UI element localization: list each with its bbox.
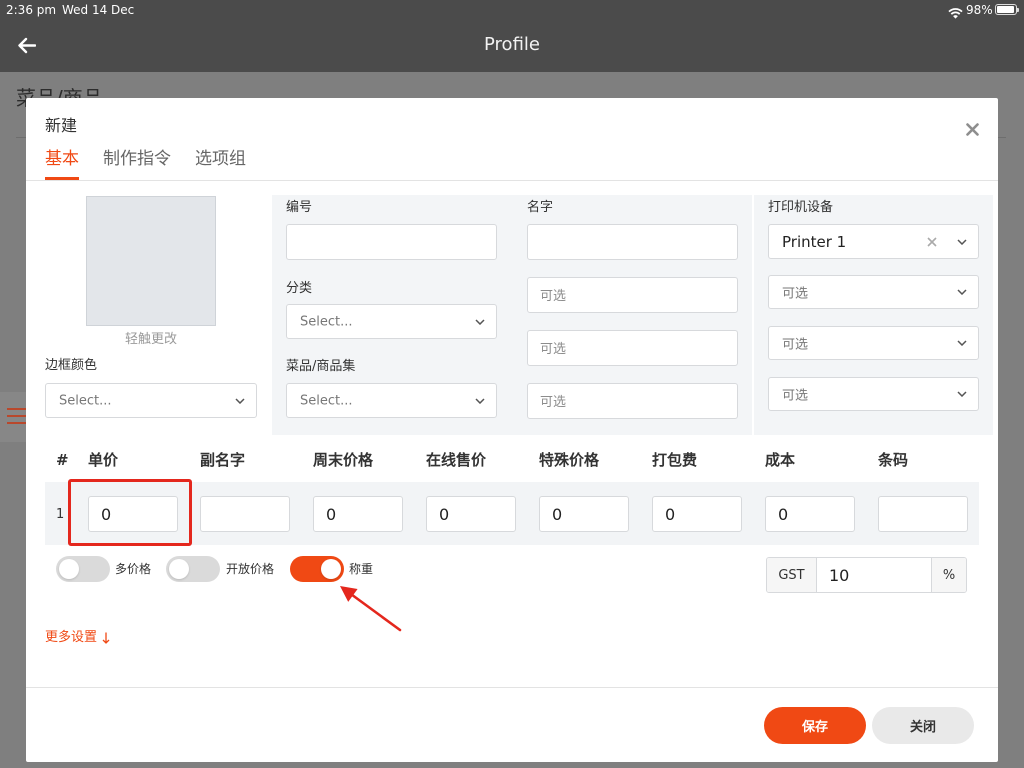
wifi-icon [948,4,963,19]
chevron-down-icon [957,289,967,295]
printer-alt-select-value: 可选 [782,286,809,302]
footer-divider [26,687,998,688]
category-select-value: Select... [300,314,353,329]
printer-label: 打印机设备 [768,200,834,215]
online-price-input[interactable] [426,496,516,532]
name-label: 名字 [527,200,554,215]
column-header-cost: 成本 [765,451,796,469]
top-bar: 2:36 pm Wed 14 Dec 98% Profile [0,0,1024,72]
column-header-price: 单价 [88,451,119,469]
open-price-toggle[interactable] [166,556,220,582]
hamburger-icon [7,407,27,425]
more-settings-label: 更多设置 [45,630,98,645]
name-alt-input-3[interactable] [527,383,738,419]
battery-icon [995,4,1019,15]
close-button[interactable]: 关闭 [872,707,974,744]
code-label: 编号 [286,200,313,215]
cost-input[interactable] [765,496,855,532]
column-header-barcode: 条码 [878,451,909,469]
column-header-index: # [56,451,69,469]
screen: 2:36 pm Wed 14 Dec 98% Profile 菜品/商品 新建 [0,0,1024,768]
collection-label: 菜品/商品集 [286,359,356,374]
multi-price-toggle[interactable] [56,556,110,582]
printer-alt-select-value: 可选 [782,337,809,353]
tax-unit: % [931,558,966,592]
border-color-label: 边框颜色 [45,358,98,373]
weighing-label: 称重 [349,562,374,576]
chevron-down-icon [475,318,485,325]
column-header-online-price: 在线售价 [426,451,487,469]
collection-select-value: Select... [300,393,353,408]
tab-basic[interactable]: 基本 [45,148,79,180]
category-select[interactable]: Select... [286,304,497,339]
battery-percent: 98% [966,3,993,17]
special-price-input[interactable] [539,496,629,532]
column-header-alt-name: 副名字 [200,451,246,469]
tax-rate-input[interactable] [817,558,931,592]
new-item-dialog: 新建 基本 制作指令 选项组 轻触更改 边框颜色 Select... 编号 分类… [26,98,998,762]
close-icon[interactable] [966,121,979,136]
tabs-divider [26,180,998,181]
open-price-label: 开放价格 [226,562,275,576]
alt-name-input[interactable] [200,496,290,532]
tax-label: GST [767,558,817,592]
item-image-placeholder[interactable] [86,196,216,326]
weighing-toggle[interactable] [290,556,344,582]
column-header-special-price: 特殊价格 [539,451,600,469]
border-color-select[interactable]: Select... [45,383,257,418]
row-index: 1 [56,507,65,522]
page-title: Profile [484,34,540,55]
annotation-arrow-icon [340,586,402,632]
clear-icon[interactable] [927,236,937,247]
dialog-title: 新建 [45,116,78,135]
printer-select[interactable]: Printer 1 [768,224,979,259]
arrow-down-icon [102,632,110,644]
collection-select[interactable]: Select... [286,383,497,418]
price-input[interactable] [88,496,178,532]
image-hint: 轻触更改 [124,332,177,347]
status-time: 2:36 pm [6,3,57,17]
tab-option-groups[interactable]: 选项组 [195,148,246,180]
packing-fee-input[interactable] [652,496,742,532]
chevron-down-icon [475,397,485,404]
save-button[interactable]: 保存 [764,707,866,744]
weekend-price-input[interactable] [313,496,403,532]
multi-price-label: 多价格 [115,562,152,576]
tax-rate-group: GST % [766,557,967,593]
printer-alt-select-1[interactable]: 可选 [768,275,979,309]
chevron-down-icon [957,391,967,397]
printer-select-value: Printer 1 [782,232,847,251]
column-header-weekend-price: 周末价格 [313,451,374,469]
name-alt-input-1[interactable] [527,277,738,313]
more-settings-link[interactable]: 更多设置 [45,629,110,647]
code-input[interactable] [286,224,497,260]
tab-prep-instructions[interactable]: 制作指令 [103,148,171,180]
column-header-packing-fee: 打包费 [652,451,698,469]
printer-alt-select-value: 可选 [782,388,809,404]
barcode-input[interactable] [878,496,968,532]
chevron-down-icon [957,340,967,346]
printer-alt-select-2[interactable]: 可选 [768,326,979,360]
status-date: Wed 14 Dec [62,3,135,17]
category-label: 分类 [286,281,313,296]
printer-alt-select-3[interactable]: 可选 [768,377,979,411]
chevron-down-icon [957,238,967,245]
chevron-down-icon [235,397,245,404]
name-input[interactable] [527,224,738,260]
name-alt-input-2[interactable] [527,330,738,366]
border-color-select-value: Select... [59,393,112,408]
